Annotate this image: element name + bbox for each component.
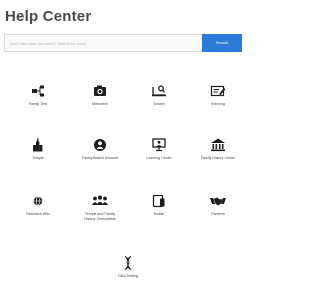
tile-search[interactable]: Search [131,80,187,118]
tile-label: Partners [211,212,225,216]
tile-label: FamilySearch Account [82,156,118,160]
tile-label: Temple and Family History Consultants [84,212,116,221]
search-bar: Search [4,34,242,52]
tile-label: Learning Center [146,156,172,160]
handshake-icon [209,194,227,208]
mobile-icon [150,194,168,208]
tile-partners[interactable]: Partners [190,190,246,228]
tile-label: Indexing [211,102,225,106]
account-icon [91,138,109,152]
learning-center-icon [150,138,168,152]
tile-familysearch-account[interactable]: FamilySearch Account [72,134,128,172]
tile-temple-family-history-consultants[interactable]: Temple and Family History Consultants [72,190,128,228]
search-button[interactable]: Search [202,34,242,52]
tile-temple[interactable]: Temple [10,134,66,172]
consultants-icon [91,194,109,208]
tile-family-tree[interactable]: Family Tree [10,80,66,118]
tile-indexing[interactable]: Indexing [190,80,246,118]
temple-icon [29,138,47,152]
search-records-icon [150,84,168,98]
tile-mobile[interactable]: Mobile [131,190,187,228]
tile-learning-center[interactable]: Learning Center [131,134,187,172]
tile-research-wiki[interactable]: Research Wiki [10,190,66,228]
globe-icon [29,194,47,208]
indexing-icon [209,84,227,98]
tile-label: Search [153,102,165,106]
tile-memories[interactable]: Memories [72,80,128,118]
search-input[interactable] [4,34,202,52]
tile-label: Mobile [153,212,165,216]
camera-icon [91,84,109,98]
tile-label: Temple [32,156,44,160]
tile-label: Memories [92,102,108,106]
tile-family-history-center[interactable]: Family History Center [190,134,246,172]
dna-icon [119,256,137,270]
tile-label: DNA Testing [118,274,138,278]
tile-label: Family Tree [28,102,48,106]
tile-dna-testing[interactable]: DNA Testing [100,252,156,290]
tile-label: Research Wiki [26,212,50,216]
family-history-center-icon [209,138,227,152]
family-tree-icon [29,84,47,98]
page-title: Help Center [5,8,92,25]
tile-label: Family History Center [200,156,236,160]
